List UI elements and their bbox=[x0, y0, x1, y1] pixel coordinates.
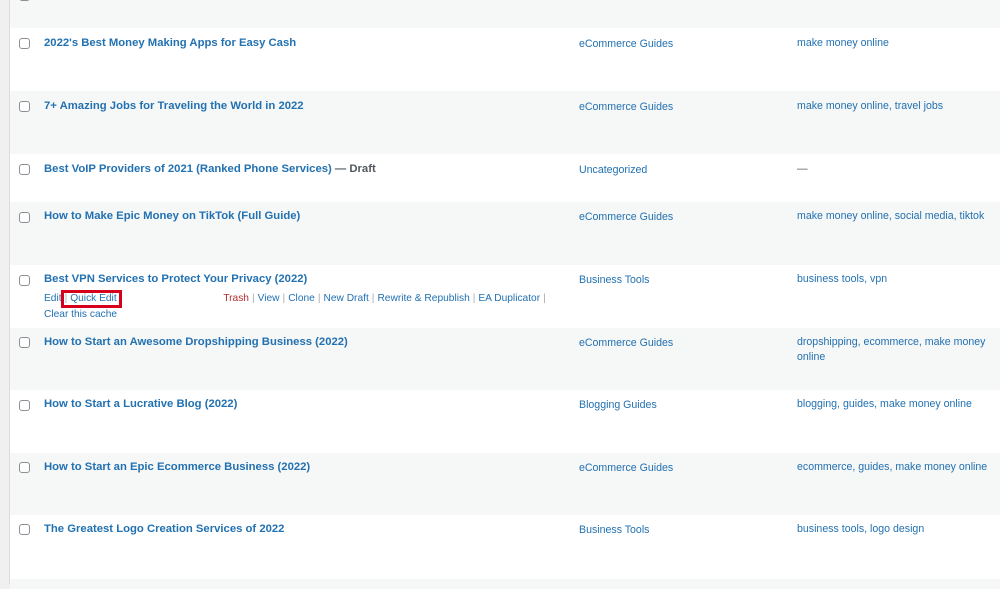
post-tags[interactable]: make money online, travel jobs bbox=[797, 99, 995, 114]
edit-link[interactable]: Edit bbox=[44, 293, 62, 304]
post-category-link[interactable]: eCommerce Guides bbox=[579, 38, 673, 50]
post-tags[interactable]: make money online bbox=[797, 36, 995, 51]
post-title-link[interactable]: How to Make Epic Money on TikTok (Full G… bbox=[44, 210, 300, 222]
table-row-partial bbox=[10, 0, 1000, 28]
post-category-link[interactable]: Blogging Guides bbox=[579, 399, 657, 411]
view-link[interactable]: View bbox=[258, 293, 280, 304]
post-tags[interactable]: ecommerce, guides, make money online bbox=[797, 460, 995, 475]
post-title-link[interactable]: The Greatest Logo Creation Services of 2… bbox=[44, 523, 284, 535]
post-category-link[interactable]: Business Tools bbox=[579, 274, 649, 286]
table-row: The Greatest Logo Creation Services of 2… bbox=[10, 515, 1000, 579]
table-row: How to Make Epic Money on TikTok (Full G… bbox=[10, 202, 1000, 265]
table-row: How to Start an Epic Ecommerce Business … bbox=[10, 453, 1000, 515]
posts-table: 2022's Best Money Making Apps for Easy C… bbox=[10, 0, 1000, 589]
post-title-link[interactable]: 7+ Amazing Jobs for Traveling the World … bbox=[44, 100, 304, 112]
post-category-link[interactable]: eCommerce Guides bbox=[579, 462, 673, 474]
post-category-link[interactable]: eCommerce Guides bbox=[579, 101, 673, 113]
table-row: How to Start a Lucrative Blog (2022) Blo… bbox=[10, 390, 1000, 453]
table-row: How to Start an Awesome Dropshipping Bus… bbox=[10, 328, 1000, 390]
post-title-link[interactable]: Best VPN Services to Protect Your Privac… bbox=[44, 273, 307, 285]
post-title-link[interactable]: 2022's Best Money Making Apps for Easy C… bbox=[44, 37, 296, 49]
post-tags[interactable]: business tools, logo design bbox=[797, 522, 995, 537]
table-row: Best VoIP Providers of 2021 (Ranked Phon… bbox=[10, 154, 1000, 202]
quick-edit-highlight-box bbox=[61, 290, 122, 308]
post-title-link[interactable]: How to Start an Awesome Dropshipping Bus… bbox=[44, 336, 348, 348]
post-tags[interactable]: dropshipping, ecommerce, make money onli… bbox=[797, 335, 995, 365]
row-checkbox[interactable] bbox=[19, 38, 30, 49]
post-title-link[interactable]: Best VoIP Providers of 2021 (Ranked Phon… bbox=[44, 163, 376, 175]
row-checkbox[interactable] bbox=[19, 212, 30, 223]
post-tags: — bbox=[797, 163, 808, 175]
table-row: Best VPN Services to Protect Your Privac… bbox=[10, 265, 1000, 328]
row-checkbox[interactable] bbox=[19, 275, 30, 286]
post-tags[interactable]: business tools, vpn bbox=[797, 272, 995, 287]
row-checkbox[interactable] bbox=[19, 0, 30, 1]
row-checkbox[interactable] bbox=[19, 462, 30, 473]
row-checkbox[interactable] bbox=[19, 400, 30, 411]
post-category-link[interactable]: Uncategorized bbox=[579, 164, 647, 176]
post-category-link[interactable]: Business Tools bbox=[579, 524, 649, 536]
clone-link[interactable]: Clone bbox=[288, 293, 315, 304]
post-state-label: — Draft bbox=[334, 163, 376, 175]
post-category-link[interactable]: eCommerce Guides bbox=[579, 211, 673, 223]
new-draft-link[interactable]: New Draft bbox=[323, 293, 368, 304]
row-checkbox[interactable] bbox=[19, 164, 30, 175]
row-checkbox[interactable] bbox=[19, 101, 30, 112]
post-title-link[interactable]: How to Start an Epic Ecommerce Business … bbox=[44, 461, 310, 473]
clear-cache-link[interactable]: Clear this cache bbox=[44, 309, 117, 320]
table-row: 7+ Amazing Jobs for Traveling the World … bbox=[10, 91, 1000, 154]
post-tags[interactable]: blogging, guides, make money online bbox=[797, 397, 995, 412]
table-row-partial bbox=[10, 579, 1000, 589]
rewrite-republish-link[interactable]: Rewrite & Republish bbox=[377, 293, 469, 304]
table-row: 2022's Best Money Making Apps for Easy C… bbox=[10, 28, 1000, 91]
row-checkbox[interactable] bbox=[19, 337, 30, 348]
row-checkbox[interactable] bbox=[19, 524, 30, 535]
post-tags[interactable]: make money online, social media, tiktok bbox=[797, 209, 995, 224]
ea-duplicator-link[interactable]: EA Duplicator bbox=[478, 293, 540, 304]
trash-link[interactable]: Trash bbox=[223, 293, 249, 304]
post-title-link[interactable]: How to Start a Lucrative Blog (2022) bbox=[44, 398, 237, 410]
post-category-link[interactable]: eCommerce Guides bbox=[579, 337, 673, 349]
